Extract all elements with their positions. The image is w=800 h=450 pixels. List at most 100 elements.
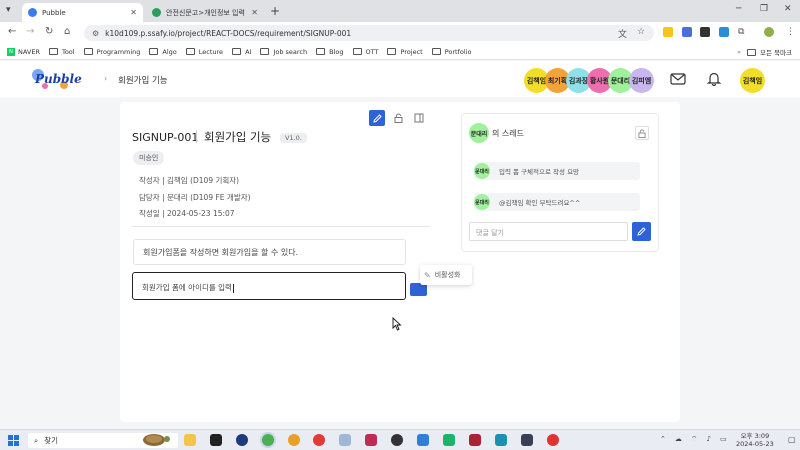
battery-icon[interactable]: ▭ (720, 435, 727, 444)
search-label: 찾기 (44, 436, 59, 445)
detail-edit-input[interactable]: 회원가입 폼에 아이디를 입력 (132, 272, 406, 300)
comment-input[interactable]: 댓글 달기 (469, 222, 628, 241)
extension-icon[interactable] (663, 27, 673, 37)
back-icon[interactable]: ← (8, 26, 16, 37)
pubble-logo[interactable]: Pubble (30, 67, 82, 91)
bookmark-label: Algo (162, 47, 177, 56)
notification-bell-icon[interactable] (707, 71, 721, 86)
reload-icon[interactable]: ↻ (45, 26, 53, 37)
all-bookmarks[interactable]: » 모든 북마크 (737, 47, 792, 57)
app-icon[interactable] (391, 434, 403, 446)
bookmark-folder[interactable]: Tool (48, 47, 75, 56)
pencil-icon: ✎ (424, 270, 431, 280)
translate-icon[interactable]: 文 (618, 27, 627, 40)
tab-search-icon[interactable]: ▾ (6, 5, 11, 15)
deactivate-label: 비활성화 (434, 271, 461, 279)
app-icon[interactable] (495, 434, 507, 446)
extension-icon[interactable] (700, 27, 710, 37)
extension-icon[interactable] (719, 27, 729, 37)
mail-icon[interactable] (670, 73, 686, 85)
unlock-icon (394, 113, 402, 123)
bookmark-folder[interactable]: OTT (352, 48, 378, 56)
chrome-icon[interactable] (288, 434, 300, 446)
close-tab-icon[interactable]: ✕ (251, 8, 258, 17)
folder-icon (260, 48, 270, 55)
notion-icon[interactable] (210, 434, 222, 446)
thread-lock-button[interactable] (635, 126, 649, 140)
bookmark-folder[interactable]: Lecture (185, 48, 223, 56)
bookmark-label: Blog (329, 47, 344, 56)
version-badge: V1.0. (280, 133, 307, 143)
app-icon[interactable] (443, 434, 455, 446)
onedrive-icon[interactable]: ☁ (675, 435, 682, 444)
lock-button[interactable] (390, 110, 406, 126)
media-player-icon[interactable] (313, 434, 325, 446)
file-explorer-icon[interactable] (184, 434, 196, 446)
folder-icon (149, 48, 159, 55)
forward-icon[interactable]: → (26, 26, 34, 37)
url-text: k10d109.p.ssafy.io/project/REACT-DOCS/re… (105, 28, 352, 38)
app-icon[interactable] (339, 434, 351, 446)
app-icon[interactable] (365, 434, 377, 446)
extensions-puzzle-icon[interactable]: ⧉ (738, 27, 744, 37)
current-user-avatar[interactable]: 김책임 (740, 68, 765, 93)
bookmark-label: Tool (61, 47, 75, 56)
close-window-icon[interactable]: ✕ (784, 4, 792, 14)
turtle-icon (143, 434, 170, 446)
deactivate-button[interactable]: ✎ 비활성화 (420, 265, 472, 285)
address-bar[interactable]: ⚙ k10d109.p.ssafy.io/project/REACT-DOCS/… (84, 25, 654, 41)
bookmark-label: Job search (273, 47, 308, 56)
extension-icon[interactable] (682, 27, 692, 37)
pubble-favicon-icon (28, 8, 37, 17)
app-icon[interactable] (236, 434, 248, 446)
member-avatar[interactable]: 김피엠 (629, 68, 654, 93)
app-icon[interactable] (547, 434, 559, 446)
system-clock[interactable]: 오후 3:09 2024-05-23 (736, 432, 774, 448)
section-divider (132, 226, 430, 227)
search-icon: ⌕ (34, 435, 39, 445)
bookmark-folder[interactable]: Job search (260, 48, 307, 56)
chevron-right-icon: › (104, 74, 108, 83)
tab-title: Pubble (42, 8, 66, 17)
bookmark-folder[interactable]: Algo (149, 47, 177, 56)
bookmark-naver[interactable]: N NAVER (7, 47, 40, 56)
chevron-right-icon: » (737, 48, 742, 56)
browser-tab-pubble[interactable]: Pubble ✕ (22, 3, 143, 22)
comment-send-button[interactable] (632, 222, 651, 241)
profile-avatar-icon[interactable] (764, 27, 774, 37)
vscode-icon[interactable] (417, 434, 429, 446)
minimize-icon[interactable]: ─ (736, 4, 741, 14)
thread-owner-avatar: 문대리 (469, 123, 489, 143)
app-icon[interactable] (469, 434, 481, 446)
chrome-icon[interactable] (262, 434, 274, 446)
bookmark-folder[interactable]: Programming (83, 48, 140, 56)
maximize-icon[interactable]: ❐ (760, 4, 768, 14)
breadcrumb-page[interactable]: 회원가입 기능 (118, 74, 168, 86)
folder-icon (83, 48, 93, 55)
windows-start-icon[interactable] (8, 435, 19, 446)
app-icon[interactable] (521, 434, 533, 446)
volume-icon[interactable]: ♪ (706, 435, 710, 444)
bookmark-folder[interactable]: Portfolio (431, 48, 471, 56)
text-caret (232, 283, 234, 293)
bookmark-folder[interactable]: Project (387, 48, 423, 56)
logo-text: Pubble (35, 72, 82, 86)
toggle-panel-button[interactable] (411, 110, 427, 126)
bookmark-folder[interactable]: Blog (316, 47, 344, 56)
folder-icon (185, 48, 195, 55)
bookmark-folder[interactable]: AI (232, 48, 251, 56)
close-tab-icon[interactable]: ✕ (130, 8, 137, 17)
bookmark-star-icon[interactable]: ☆ (637, 27, 645, 37)
network-icon[interactable]: ⌔ (691, 435, 698, 444)
chevron-up-icon[interactable]: ⌃ (660, 435, 666, 444)
notification-center-icon[interactable]: ▢ (788, 435, 796, 444)
system-tray[interactable]: ⌃ ☁ ⌔ ♪ ▭ (660, 435, 727, 444)
new-tab-button[interactable]: + (270, 4, 280, 18)
requirement-detail-item[interactable]: 회원가입폼을 작성하면 회원가입을 할 수 있다. (133, 239, 406, 265)
chrome-menu-icon[interactable]: ⋮ (786, 27, 795, 37)
mouse-cursor-icon (392, 317, 402, 331)
site-info-icon[interactable]: ⚙ (92, 29, 99, 38)
browser-tab-safety[interactable]: 안전신문고>개인정보 입력 ✕ (146, 3, 264, 22)
home-icon[interactable]: ⌂ (64, 26, 70, 37)
edit-button[interactable] (369, 110, 385, 126)
